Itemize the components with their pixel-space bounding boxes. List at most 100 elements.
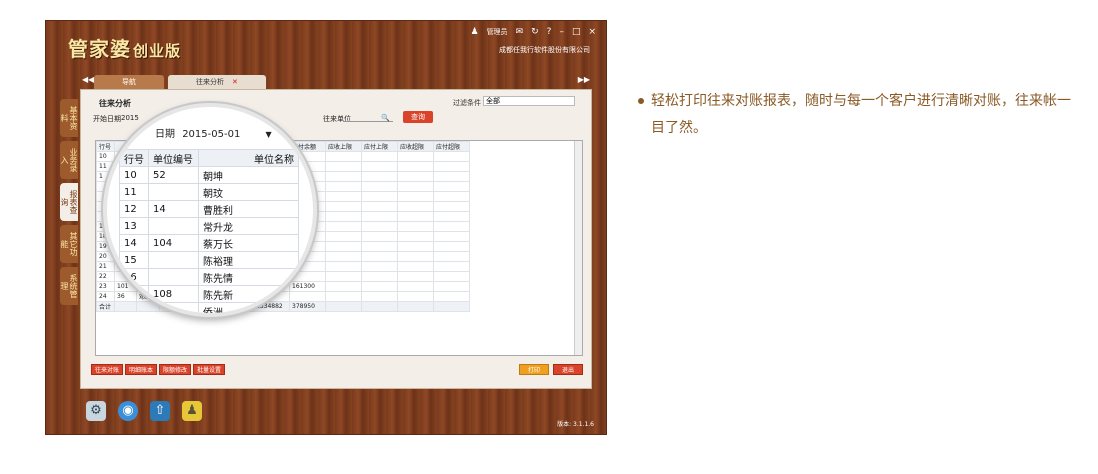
minimize-icon[interactable]: – [559, 27, 564, 37]
table-cell [397, 221, 435, 232]
magnified-cell: 12 [119, 200, 149, 218]
table-cell [397, 231, 435, 242]
current-user[interactable]: 管理员 [487, 27, 508, 37]
tab-bar: 导航 往来分析 ✕ [80, 75, 266, 89]
grid-column-header[interactable]: 应收上限 [325, 141, 363, 152]
tab-analysis[interactable]: 往来分析 ✕ [168, 75, 266, 89]
table-cell [361, 151, 399, 162]
grid-column-header[interactable]: 应收超限 [397, 141, 435, 152]
magnified-row: 11 朝玟 [119, 183, 299, 201]
table-cell [325, 221, 363, 232]
table-cell [397, 161, 435, 172]
close-tab-icon[interactable]: ✕ [232, 75, 238, 89]
magnified-row: 12 14 曹胜利 [119, 200, 299, 218]
tab-navigation[interactable]: 导航 [94, 75, 164, 89]
table-cell [325, 211, 363, 222]
sidebar-item-reports[interactable]: 报表查询 [60, 183, 78, 221]
table-cell: 10 [96, 151, 115, 162]
reconcile-button[interactable]: 往来对账 [91, 364, 124, 375]
table-cell [433, 201, 471, 212]
table-cell [325, 251, 363, 262]
table-cell [397, 261, 435, 272]
user-manage-icon[interactable]: ♟ [182, 401, 202, 421]
table-cell [361, 191, 399, 202]
company-name: 成都任我行软件股份有限公司 [499, 46, 590, 54]
total-cell: 合计 [96, 301, 115, 312]
magnified-cell: 朝玟 [198, 183, 299, 201]
table-cell [361, 261, 399, 272]
maximize-icon[interactable]: □ [572, 27, 581, 37]
dialog-buttons: 打印 退出 [519, 364, 583, 375]
grid-column-header[interactable]: 行号 [96, 141, 115, 152]
sidebar-item-system[interactable]: 系统管理 [60, 267, 78, 305]
refresh-icon[interactable]: ↻ [531, 27, 539, 37]
table-cell [433, 161, 471, 172]
table-cell [361, 241, 399, 252]
table-cell [433, 181, 471, 192]
table-cell [361, 211, 399, 222]
magnified-cell [148, 251, 199, 269]
print-button[interactable]: 打印 [519, 364, 549, 375]
table-cell [433, 271, 471, 282]
table-cell [325, 231, 363, 242]
start-date-label: 开始日期 [93, 115, 121, 123]
sidebar-item-basic[interactable]: 基本资料 [60, 99, 78, 137]
magnified-date-value: 2015-05-01 [182, 129, 241, 140]
magnified-body: 10 52 朝坤 11 朝玟 12 14 曹胜利 13 常升龙 14 104 蔡万长 15 陈裕理 16 陈先情… [119, 166, 299, 313]
magnified-cell [148, 183, 199, 201]
grid-column-header[interactable]: 应付上限 [361, 141, 399, 152]
table-cell [325, 171, 363, 182]
magnified-cell [119, 285, 149, 303]
browser-icon[interactable]: ◉ [118, 401, 138, 421]
table-cell [361, 251, 399, 262]
table-cell [433, 291, 471, 302]
action-buttons: 往来对账 明细账本 限额修改 批量设置 [91, 364, 226, 375]
table-cell [433, 191, 471, 202]
table-cell [397, 181, 435, 192]
magnified-row: 16 陈先情 [119, 268, 299, 286]
table-cell [361, 161, 399, 172]
grid-column-header[interactable]: 应付超限 [433, 141, 471, 152]
table-cell [397, 271, 435, 282]
magnified-cell: 104 [148, 234, 199, 252]
window-controls: ♟ 管理员 ✉ ↻ ? – □ × [470, 27, 596, 37]
table-cell [361, 231, 399, 242]
feature-description: 轻松打印往来对账报表，随时与每一个客户进行清晰对账，往来帐一目了然。 [638, 88, 1076, 142]
close-icon[interactable]: × [588, 27, 596, 37]
search-icon[interactable]: 🔍 [381, 114, 390, 122]
exit-button[interactable]: 退出 [553, 364, 583, 375]
sidebar-item-other[interactable]: 其它功能 [60, 225, 78, 263]
upgrade-icon[interactable]: ⇧ [150, 401, 170, 421]
description-text: 轻松打印往来对账报表，随时与每一个客户进行清晰对账，往来帐一目了然。 [651, 93, 1071, 136]
help-icon[interactable]: ? [547, 27, 552, 37]
grid-scrollbar[interactable] [574, 141, 582, 355]
magnified-col-unit-code: 单位编号 [148, 149, 199, 167]
magnified-unit-hint: 结 [282, 129, 293, 140]
query-button[interactable]: 查询 [403, 111, 433, 123]
table-cell [433, 211, 471, 222]
magnified-cell: 52 [148, 166, 199, 184]
tab-label: 往来分析 [196, 78, 224, 86]
magnified-cell: 陈先情 [198, 268, 299, 286]
total-cell [361, 301, 399, 312]
sidebar-item-business[interactable]: 业务录入 [60, 141, 78, 179]
brand-logo: 管家婆 创业版 [68, 33, 181, 62]
tabs-scroll-right-icon[interactable]: ▶▶ [578, 75, 590, 84]
table-cell: 23 [96, 281, 115, 292]
magnified-cell: 曹胜利 [198, 200, 299, 218]
batch-settings-button[interactable]: 批量设置 [193, 364, 226, 375]
magnifier-lens: 日期 2015-05-01 ▼ 结 行号 单位编号 单位名称 10 52 朝坤 11 朝… [103, 103, 317, 317]
magnified-row: 13 常升龙 [119, 217, 299, 235]
magnified-cell: 10 [119, 166, 149, 184]
table-cell [325, 161, 363, 172]
start-date-field[interactable]: 2015 [121, 114, 139, 122]
mail-icon[interactable]: ✉ [516, 27, 524, 37]
filter-select[interactable]: 全部 [483, 96, 575, 106]
table-cell [325, 281, 363, 292]
settings-icon[interactable]: ⚙ [86, 401, 106, 421]
limit-edit-button[interactable]: 限额修改 [159, 364, 192, 375]
table-cell [433, 231, 471, 242]
detail-ledger-button[interactable]: 明细账本 [125, 364, 158, 375]
page: 管家婆 创业版 ♟ 管理员 ✉ ↻ ? – □ × 成都任我行软件股份有限公司 ◀… [0, 0, 1098, 474]
magnified-cell: 14 [148, 200, 199, 218]
